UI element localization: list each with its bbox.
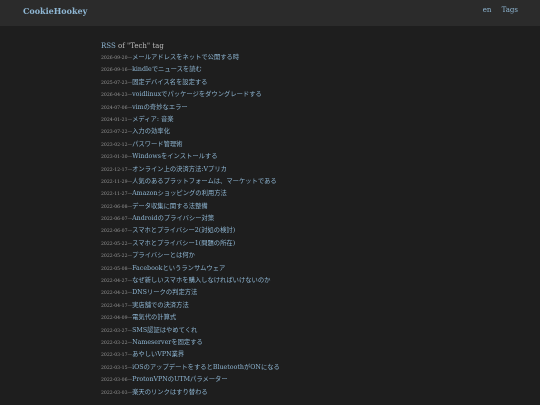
post-date: 2022-04-17 xyxy=(101,303,128,309)
post-title-link[interactable]: なぜ新しいスマホを購入しなければいけないのか xyxy=(132,277,270,284)
post-date: 2026-09-20 xyxy=(101,56,128,61)
post-list-item: 2022-03-17—あやしいVPN業界 xyxy=(101,349,441,361)
top-nav: en Tags xyxy=(475,6,518,14)
post-date: 2022-03-22 xyxy=(101,340,128,346)
post-date: 2022-05-08 xyxy=(101,266,128,272)
post-title-link[interactable]: メールアドレスをネットで公開する時 xyxy=(132,54,239,61)
post-title-link[interactable]: 人気のあるプラットフォームは、マーケットである xyxy=(132,178,277,185)
nav-tags-link[interactable]: Tags xyxy=(502,6,518,14)
post-list-item: 2022-06-08—データ収集に関する法整備 xyxy=(101,201,441,213)
post-list-item: 2022-04-17—実店舗での決済方法 xyxy=(101,300,441,312)
post-date: 2022-04-09 xyxy=(101,316,128,322)
post-date: 2024-01-21 xyxy=(101,117,128,123)
post-list: 2026-09-20—メールアドレスをネットで公開する時 2026-09-16—k… xyxy=(101,52,441,399)
post-date: 2022-04-23 xyxy=(101,291,128,297)
post-title-link[interactable]: iOSのアップデートをするとBluetoothがONになる xyxy=(132,364,280,371)
post-title-link[interactable]: Androidのプライバシー対策 xyxy=(132,215,214,222)
post-title-link[interactable]: DNSリークの判定方法 xyxy=(132,289,197,296)
post-title-link[interactable]: 固定デバイス名を設定する xyxy=(132,79,207,86)
post-date: 2022-11-27 xyxy=(101,192,128,198)
post-title-link[interactable]: Facebookというランサムウェア xyxy=(132,265,225,272)
post-date: 2022-03-27 xyxy=(101,328,128,334)
post-title-link[interactable]: データ収集に関する法整備 xyxy=(132,203,208,210)
post-date: 2023-07-22 xyxy=(101,130,128,136)
post-date: 2022-06-07 xyxy=(101,229,128,235)
page-heading: RSS of "Tech" tag xyxy=(101,42,441,50)
post-list-item: 2023-02-12—パスワード管理術 xyxy=(101,139,441,151)
post-title-link[interactable]: SMS認証はやめてくれ xyxy=(132,327,197,334)
post-list-item: 2024-07-06—vimの奇妙なエラー xyxy=(101,102,441,114)
rss-link[interactable]: RSS xyxy=(101,42,116,50)
post-title-link[interactable]: kindleでニュースを読む xyxy=(132,66,202,73)
post-date: 2022-06-07 xyxy=(101,217,128,223)
post-date: 2022-05-22 xyxy=(101,254,128,260)
post-date: 2026-09-16 xyxy=(101,68,128,74)
post-date: 2022-11-29 xyxy=(101,179,128,185)
post-title-link[interactable]: メディア: 音楽 xyxy=(132,116,173,123)
post-list-item: 2023-01-30—Windowsをインストールする xyxy=(101,151,441,163)
post-list-item: 2022-06-07—Androidのプライバシー対策 xyxy=(101,213,441,225)
post-list-item: 2022-03-03—楽天のリンクはすり替わる xyxy=(101,387,441,399)
post-date: 2022-04-27 xyxy=(101,279,128,285)
post-list-item: 2022-11-27—Amazonショッピングの利用方法 xyxy=(101,188,441,200)
post-title-link[interactable]: オンライン上の決済方法:Vプリカ xyxy=(132,166,227,173)
post-title-link[interactable]: voidlinuxでパッケージをダウングレードする xyxy=(132,91,262,98)
post-title-link[interactable]: 実店舗での決済方法 xyxy=(132,302,189,309)
post-list-item: 2025-07-23—固定デバイス名を設定する xyxy=(101,77,441,89)
post-title-link[interactable]: Windowsをインストールする xyxy=(132,153,217,160)
post-date: 2022-12-17 xyxy=(101,167,128,173)
post-list-item: 2026-09-16—kindleでニュースを読む xyxy=(101,64,441,76)
post-list-item: 2024-01-21—メディア: 音楽 xyxy=(101,114,441,126)
post-title-link[interactable]: 楽天のリンクはすり替わる xyxy=(132,389,208,396)
post-date: 2022-03-03 xyxy=(101,390,128,396)
post-title-link[interactable]: 電気代の計算式 xyxy=(132,314,176,321)
post-title-link[interactable]: vimの奇妙なエラー xyxy=(132,104,188,111)
post-list-item: 2022-05-22—スマホとプライバシー1(問題の所在) xyxy=(101,238,441,250)
site-brand-link[interactable]: CookieHookey xyxy=(23,6,87,16)
post-title-link[interactable]: スマホとプライバシー1(問題の所在) xyxy=(132,240,235,247)
post-list-item: 2022-06-07—スマホとプライバシー2(対処の検討) xyxy=(101,225,441,237)
post-list-item: 2023-07-22—入力の効率化 xyxy=(101,126,441,138)
post-list-item: 2026-09-20—メールアドレスをネットで公開する時 xyxy=(101,52,441,64)
post-title-link[interactable]: プライバシーとは何か xyxy=(132,252,195,259)
post-list-item: 2022-11-29—人気のあるプラットフォームは、マーケットである xyxy=(101,176,441,188)
nav-language-link[interactable]: en xyxy=(483,6,492,14)
post-title-link[interactable]: Nameserverを固定する xyxy=(132,339,203,346)
post-list-item: 2022-04-09—電気代の計算式 xyxy=(101,312,441,324)
post-title-link[interactable]: ProtonVPNのUTMパラメーター xyxy=(132,376,228,383)
post-date: 2022-05-22 xyxy=(101,241,128,247)
post-list-item: 2022-04-23—DNSリークの判定方法 xyxy=(101,287,441,299)
post-list-item: 2022-03-06—ProtonVPNのUTMパラメーター xyxy=(101,374,441,386)
post-list-item: 2022-05-22—プライバシーとは何か xyxy=(101,250,441,262)
post-list-item: 2022-03-15—iOSのアップデートをするとBluetoothがONになる xyxy=(101,362,441,374)
post-date: 2023-01-30 xyxy=(101,155,128,161)
post-date: 2024-07-06 xyxy=(101,105,128,111)
post-list-item: 2022-03-27—SMS認証はやめてくれ xyxy=(101,325,441,337)
post-date: 2026-04-23 xyxy=(101,93,128,99)
post-date: 2022-03-17 xyxy=(101,353,128,359)
post-list-item: 2022-05-08—Facebookというランサムウェア xyxy=(101,263,441,275)
post-title-link[interactable]: Amazonショッピングの利用方法 xyxy=(132,190,227,197)
post-list-item: 2022-04-27—なぜ新しいスマホを購入しなければいけないのか xyxy=(101,275,441,287)
post-date: 2023-02-12 xyxy=(101,142,128,148)
post-title-link[interactable]: パスワード管理術 xyxy=(132,141,182,148)
post-date: 2022-03-06 xyxy=(101,378,128,384)
post-list-item: 2022-03-22—Nameserverを固定する xyxy=(101,337,441,349)
post-date: 2022-06-08 xyxy=(101,204,128,210)
post-date: 2025-07-23 xyxy=(101,80,128,86)
post-list-item: 2026-04-23—voidlinuxでパッケージをダウングレードする xyxy=(101,89,441,101)
post-date: 2022-03-15 xyxy=(101,365,128,371)
main-content: RSS of "Tech" tag 2026-09-20—メールアドレスをネット… xyxy=(101,42,441,399)
post-list-item: 2022-12-17—オンライン上の決済方法:Vプリカ xyxy=(101,164,441,176)
post-title-link[interactable]: あやしいVPN業界 xyxy=(132,351,184,358)
post-title-link[interactable]: スマホとプライバシー2(対処の検討) xyxy=(132,227,235,234)
heading-text: of "Tech" tag xyxy=(115,42,164,50)
site-header: CookieHookey en Tags xyxy=(0,0,540,26)
post-title-link[interactable]: 入力の効率化 xyxy=(132,128,170,135)
